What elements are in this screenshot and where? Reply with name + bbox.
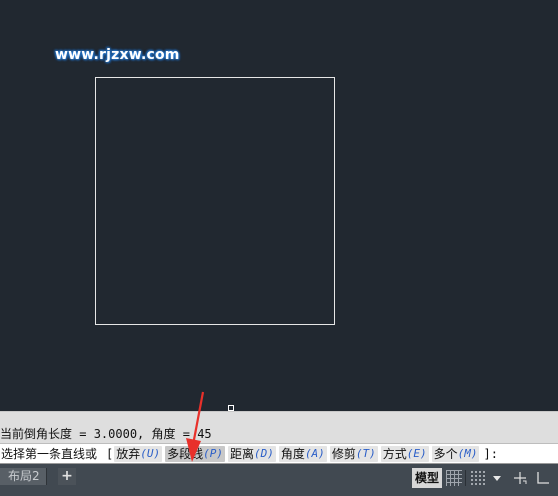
open-bracket: [	[106, 446, 114, 461]
drawn-rectangle[interactable]	[95, 77, 335, 325]
snap-icon[interactable]	[470, 470, 486, 486]
add-layout-button[interactable]: +	[58, 468, 76, 485]
option-label: 放弃	[116, 447, 141, 461]
command-line[interactable]: 选择第一条直线或 [ 放弃 (U) 多段线 (P) 距离 (D) 角度 (A) 修剪 (T…	[0, 443, 558, 464]
option-label: 方式	[382, 447, 407, 461]
crosshair-icon[interactable]	[512, 470, 528, 486]
option-distance[interactable]: 距离 (D)	[228, 445, 276, 462]
option-label: 多个	[433, 447, 458, 461]
tab-layout2[interactable]: 布局2	[0, 468, 47, 485]
option-trim[interactable]: 修剪 (T)	[329, 445, 378, 462]
option-label: 多段线	[167, 447, 204, 461]
option-key: (U)	[140, 447, 161, 460]
option-key: (T)	[355, 447, 376, 460]
divider	[465, 470, 466, 486]
ortho-icon[interactable]	[535, 470, 551, 486]
watermark: www.rjzxw.com	[55, 47, 180, 63]
history-angle-value: = 45	[175, 427, 212, 441]
option-label: 修剪	[331, 447, 356, 461]
drawing-canvas[interactable]: www.rjzxw.com	[0, 0, 558, 411]
option-label: 距离	[230, 447, 255, 461]
option-key: (A)	[304, 447, 325, 460]
option-angle[interactable]: 角度 (A)	[278, 445, 327, 462]
option-label: 角度	[280, 447, 305, 461]
option-method[interactable]: 方式 (E)	[380, 445, 429, 462]
option-key: (E)	[406, 447, 427, 460]
model-space-button[interactable]: 模型	[412, 468, 443, 488]
option-key: (M)	[457, 447, 478, 460]
history-length-label: 当前倒角长度	[0, 427, 73, 441]
history-angle-label: 角度	[151, 427, 176, 441]
command-prompt: 选择第一条直线或	[1, 447, 98, 461]
option-key: (P)	[203, 447, 224, 460]
option-undo[interactable]: 放弃 (U)	[114, 445, 163, 462]
history-line: 当前倒角长度 = 3.0000, 角度 = 45	[0, 425, 212, 442]
history-length-value: = 3.0000,	[72, 427, 152, 441]
dropdown-icon[interactable]	[489, 470, 505, 486]
status-bar: 布局2 + 模型	[0, 464, 558, 496]
option-key: (D)	[254, 447, 274, 460]
command-history: 当前倒角长度 = 3.0000, 角度 = 45	[0, 411, 558, 444]
option-polyline[interactable]: 多段线 (P)	[165, 445, 226, 462]
option-multiple[interactable]: 多个 (M)	[431, 445, 480, 462]
grid-icon[interactable]	[446, 470, 462, 486]
close-bracket: ]:	[483, 446, 498, 461]
